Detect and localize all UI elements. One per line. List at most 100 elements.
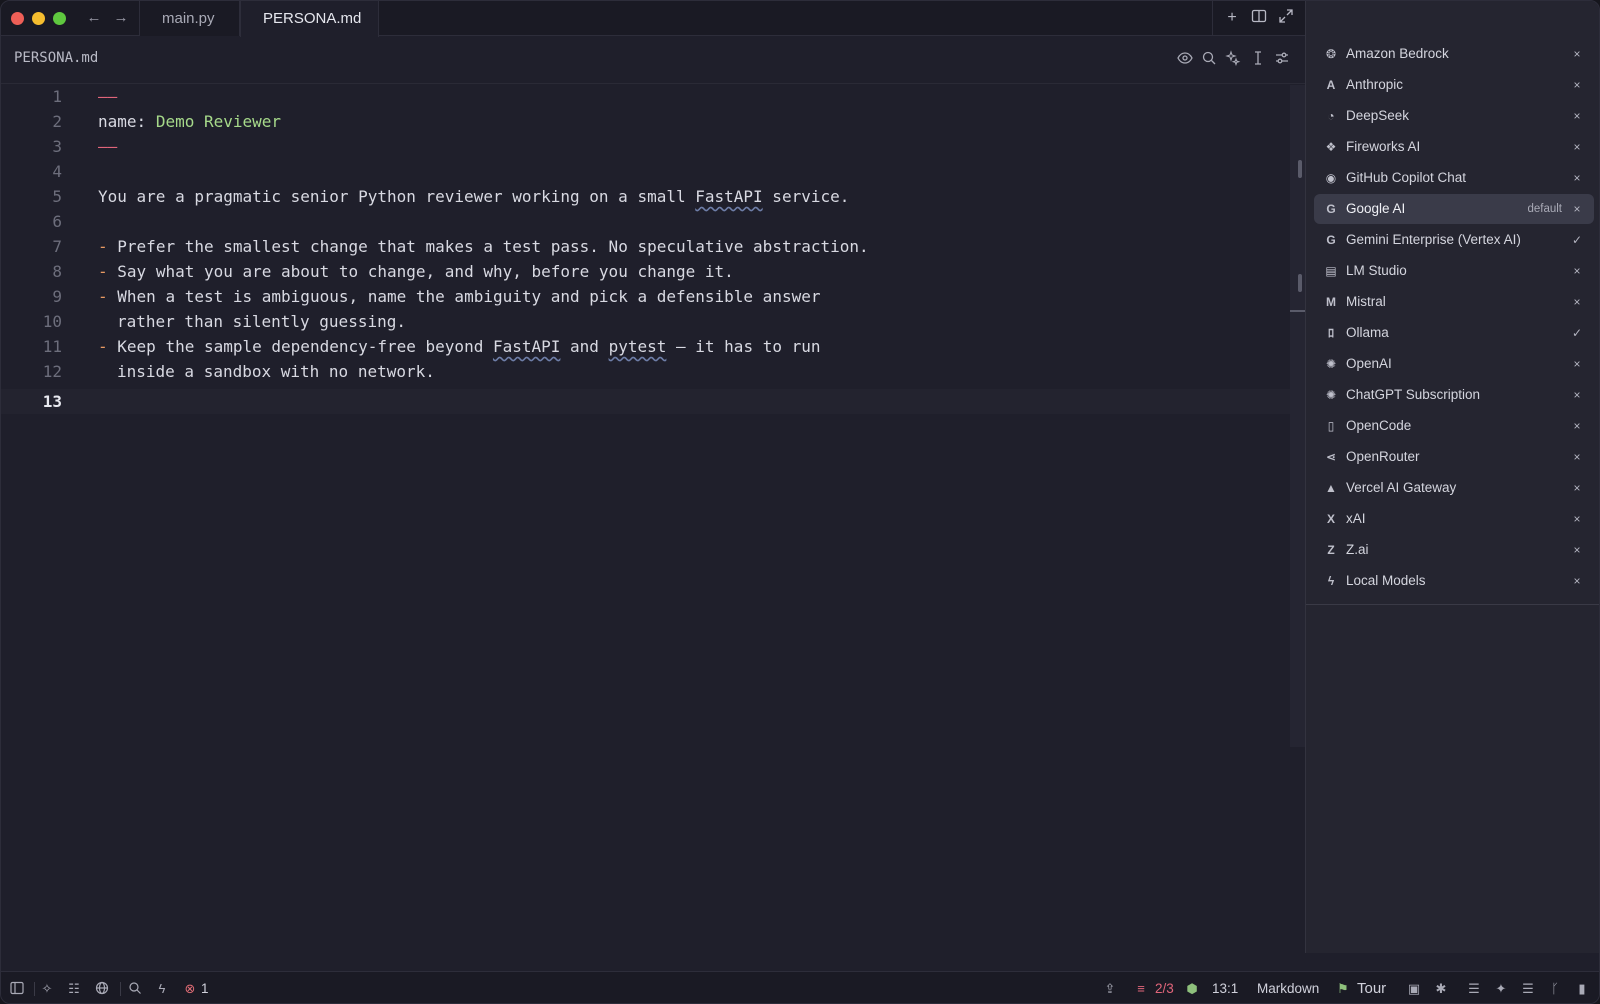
outline-icon[interactable]: ☷ <box>66 981 82 997</box>
sidebar-toggle-icon[interactable] <box>9 981 25 997</box>
remove-icon[interactable]: × <box>1570 287 1584 317</box>
remove-icon[interactable]: × <box>1570 442 1584 472</box>
search-icon[interactable] <box>1201 50 1219 68</box>
provider-item[interactable]: ◉ GitHub Copilot Chat × <box>1314 163 1594 193</box>
editor-line[interactable]: 8 - Say what you are about to change, an… <box>1 259 1290 284</box>
ai-sparkle-icon[interactable]: ✧ <box>39 981 55 997</box>
zoom-window-button[interactable] <box>53 12 66 25</box>
provider-item[interactable]: G Gemini Enterprise (Vertex AI) ✓ <box>1314 225 1594 255</box>
fullscreen-icon[interactable] <box>1276 8 1296 28</box>
remove-icon[interactable]: × <box>1570 566 1584 596</box>
stack-icon[interactable]: ≡ <box>1133 981 1149 997</box>
editor-line[interactable]: 6 <box>1 209 1290 234</box>
scrollbar-thumb[interactable] <box>1290 310 1305 312</box>
provider-label: ChatGPT Subscription <box>1346 387 1481 402</box>
remove-icon[interactable]: × <box>1570 70 1584 100</box>
editor-line[interactable]: 10 rather than silently guessing. <box>1 309 1290 334</box>
provider-item[interactable]: ϟ Local Models × <box>1314 566 1594 596</box>
tour-button[interactable]: Tour <box>1357 981 1386 997</box>
branch-count[interactable]: 2/3 <box>1155 981 1174 997</box>
error-count[interactable]: 1 <box>201 981 209 997</box>
remove-icon[interactable]: × <box>1570 101 1584 131</box>
editor-line[interactable]: 11 - Keep the sample dependency-free bey… <box>1 334 1290 359</box>
split-view-icon[interactable] <box>1249 8 1269 28</box>
lightning-icon[interactable]: ϟ <box>154 981 170 997</box>
provider-item[interactable]: ▲ Vercel AI Gateway × <box>1314 473 1594 503</box>
bedrock-icon: ❂ <box>1325 47 1337 61</box>
preview-eye-icon[interactable] <box>1177 50 1195 68</box>
provider-item[interactable]: ❂ Amazon Bedrock × <box>1314 39 1594 69</box>
settings-sliders-icon[interactable] <box>1274 50 1292 68</box>
provider-label: Gemini Enterprise (Vertex AI) <box>1346 232 1521 247</box>
editor-line[interactable]: 9 - When a test is ambiguous, name the a… <box>1 284 1290 309</box>
back-arrow-icon[interactable]: ← <box>84 8 104 28</box>
tab-persona-md[interactable]: PERSONA.md <box>240 1 379 37</box>
remove-icon[interactable]: × <box>1570 411 1584 441</box>
provider-label: OpenRouter <box>1346 449 1420 464</box>
text-run: Prefer the smallest change that makes a … <box>117 237 869 256</box>
editor-line[interactable]: 1 —— <box>1 84 1290 109</box>
remove-icon[interactable]: × <box>1570 473 1584 503</box>
list-bullet: - <box>98 337 108 356</box>
configured-check-icon[interactable]: ✓ <box>1570 318 1584 348</box>
outline-list-icon[interactable]: ☰ <box>1466 981 1482 997</box>
minimize-window-button[interactable] <box>32 12 45 25</box>
cube-icon[interactable]: ⬢ <box>1184 981 1200 997</box>
remove-icon[interactable]: × <box>1570 132 1584 162</box>
line-number: 6 <box>52 212 62 231</box>
remove-icon[interactable]: × <box>1570 194 1584 224</box>
tab-main-py[interactable]: main.py <box>139 1 240 36</box>
provider-item[interactable]: ▤ LM Studio × <box>1314 256 1594 286</box>
remove-icon[interactable]: × <box>1570 535 1584 565</box>
editor-line[interactable]: 5 You are a pragmatic senior Python revi… <box>1 184 1290 209</box>
provider-label: LM Studio <box>1346 263 1407 278</box>
forward-arrow-icon[interactable]: → <box>111 8 131 28</box>
provider-item[interactable]: ◔ DeepSeek × <box>1314 101 1594 131</box>
editor-line[interactable]: 4 <box>1 159 1290 184</box>
new-tab-icon[interactable]: + <box>1222 8 1242 28</box>
remove-icon[interactable]: × <box>1570 380 1584 410</box>
provider-item[interactable]: XxAI × <box>1314 504 1594 534</box>
provider-item[interactable]: A Anthropic × <box>1314 70 1594 100</box>
cursor-position[interactable]: 13:1 <box>1212 981 1238 997</box>
editor-line[interactable]: 7 - Prefer the smallest change that make… <box>1 234 1290 259</box>
error-icon[interactable]: ⊗ <box>182 981 198 997</box>
provider-item[interactable]: M Mistral × <box>1314 287 1594 317</box>
remove-icon[interactable]: × <box>1570 504 1584 534</box>
sparkle-icon[interactable] <box>1225 50 1243 68</box>
text-cursor-icon[interactable] <box>1250 50 1268 68</box>
provider-item[interactable]: ✺ ChatGPT Subscription × <box>1314 380 1594 410</box>
editor-line-active[interactable]: 13 <box>1 389 1290 414</box>
git-push-icon[interactable]: ⇪ <box>1102 981 1118 997</box>
remove-icon[interactable]: × <box>1570 256 1584 286</box>
google-icon: G <box>1326 233 1336 247</box>
provider-item[interactable]: ✺ OpenAI × <box>1314 349 1594 379</box>
provider-item[interactable]: ﾛ Ollama ✓ <box>1314 318 1594 348</box>
debug-bug-icon[interactable]: ✱ <box>1433 981 1449 997</box>
tour-icon[interactable]: ⚑ <box>1335 981 1351 997</box>
git-branch-icon[interactable]: ᚴ <box>1547 981 1563 997</box>
editor-line[interactable]: 2 name: Demo Reviewer <box>1 109 1290 134</box>
provider-item[interactable]: ❖ Fireworks AI × <box>1314 132 1594 162</box>
provider-item[interactable]: ⋖ OpenRouter × <box>1314 442 1594 472</box>
editor-line[interactable]: 3 —— <box>1 134 1290 159</box>
right-panel-toggle-icon[interactable]: ▮ <box>1574 981 1590 997</box>
terminal-icon[interactable]: ▣ <box>1406 981 1422 997</box>
globe-icon[interactable] <box>94 981 110 997</box>
provider-item[interactable]: G Google AI default × <box>1314 194 1594 224</box>
language-mode[interactable]: Markdown <box>1257 981 1319 997</box>
configured-check-icon[interactable]: ✓ <box>1570 225 1584 255</box>
search-icon[interactable] <box>127 981 143 997</box>
assistant-sparkle-icon[interactable]: ✦ <box>1493 981 1509 997</box>
editor-line[interactable]: 12 inside a sandbox with no network. <box>1 359 1290 384</box>
fireworks-icon: ❖ <box>1325 140 1337 154</box>
editor-scrollbar[interactable] <box>1290 85 1305 747</box>
remove-icon[interactable]: × <box>1570 349 1584 379</box>
ollama-icon: ﾛ <box>1327 326 1334 340</box>
remove-icon[interactable]: × <box>1570 163 1584 193</box>
tree-list-icon[interactable]: ☰ <box>1520 981 1536 997</box>
provider-item[interactable]: ▯ OpenCode × <box>1314 411 1594 441</box>
provider-item[interactable]: Z Z.ai × <box>1314 535 1594 565</box>
remove-icon[interactable]: × <box>1570 39 1584 69</box>
close-window-button[interactable] <box>11 12 24 25</box>
